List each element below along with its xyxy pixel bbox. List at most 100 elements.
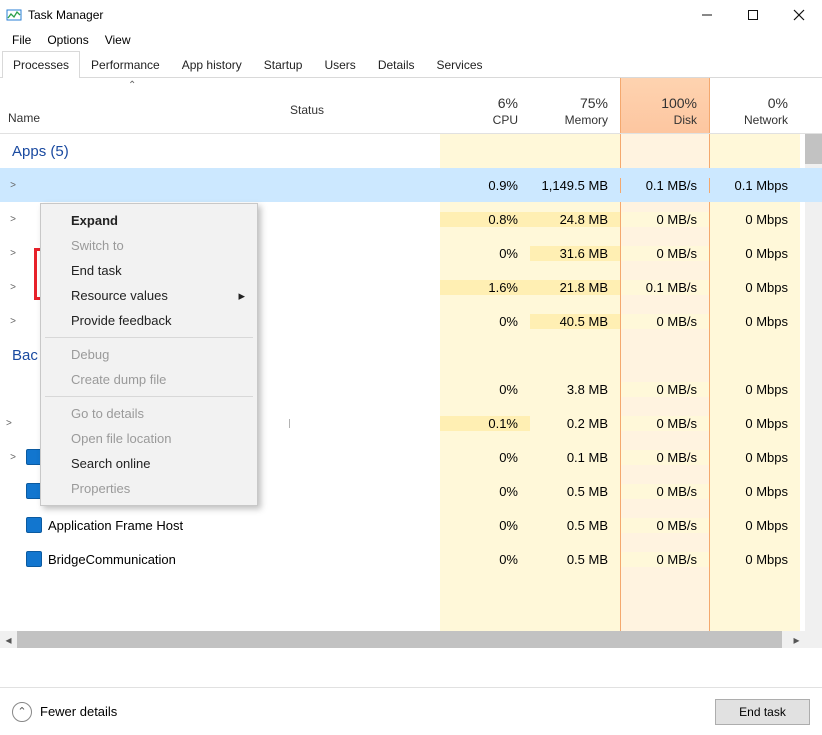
column-cpu-percent: 6% bbox=[498, 95, 518, 113]
context-menu-debug: Debug bbox=[43, 342, 255, 367]
tab-strip: Processes Performance App history Startu… bbox=[0, 50, 822, 78]
section-apps-label: Apps (5) bbox=[0, 143, 440, 160]
cell-cpu: 0% bbox=[440, 314, 530, 329]
context-menu-resource-values[interactable]: Resource values ▸ bbox=[43, 283, 255, 308]
tab-services[interactable]: Services bbox=[426, 51, 494, 78]
end-task-button[interactable]: End task bbox=[715, 699, 810, 725]
chevron-up-icon: ⌃ bbox=[12, 702, 32, 722]
column-disk-label: Disk bbox=[674, 113, 697, 133]
fewer-details-button[interactable]: ⌃ Fewer details bbox=[12, 702, 117, 722]
cell-network: 0 Mbps bbox=[710, 484, 800, 499]
tab-startup[interactable]: Startup bbox=[253, 51, 314, 78]
cell-network: 0 Mbps bbox=[710, 280, 800, 295]
expand-icon[interactable]: > bbox=[6, 248, 20, 259]
process-name: BridgeCommunication bbox=[48, 552, 176, 567]
cell-disk: 0 MB/s bbox=[620, 314, 710, 329]
context-menu-provide-feedback[interactable]: Provide feedback bbox=[43, 308, 255, 333]
horizontal-scrollbar[interactable]: ◂ ▸ bbox=[0, 631, 805, 648]
cell-cpu: 0.1% bbox=[440, 416, 530, 431]
cell-disk: 0 MB/s bbox=[620, 382, 710, 397]
context-menu-resource-values-label: Resource values bbox=[71, 288, 168, 303]
table-row[interactable]: BridgeCommunication 0% 0.5 MB 0 MB/s 0 M… bbox=[0, 542, 822, 576]
tab-performance[interactable]: Performance bbox=[80, 51, 171, 78]
cell-network: 0 Mbps bbox=[710, 314, 800, 329]
column-memory[interactable]: 75% Memory bbox=[530, 78, 620, 133]
column-memory-percent: 75% bbox=[580, 95, 608, 113]
tab-users[interactable]: Users bbox=[313, 51, 366, 78]
expand-icon[interactable]: > bbox=[6, 316, 20, 327]
cell-memory: 0.2 MB bbox=[530, 416, 620, 431]
column-disk[interactable]: 100% Disk bbox=[620, 78, 710, 133]
tab-details[interactable]: Details bbox=[367, 51, 426, 78]
context-menu-expand[interactable]: Expand bbox=[43, 208, 255, 233]
column-headers: ⌃ Name Status 6% CPU 75% Memory 100% Dis… bbox=[0, 78, 822, 134]
context-menu-separator bbox=[45, 337, 253, 338]
column-name[interactable]: ⌃ Name bbox=[0, 78, 290, 133]
cell-memory: 3.8 MB bbox=[530, 382, 620, 397]
maximize-button[interactable] bbox=[730, 0, 776, 30]
cell-cpu: 0.9% bbox=[440, 178, 530, 193]
fewer-details-label: Fewer details bbox=[40, 704, 117, 719]
menubar: File Options View bbox=[0, 30, 822, 50]
cell-cpu: 0% bbox=[440, 552, 530, 567]
column-name-label: Name bbox=[8, 111, 40, 133]
window-title: Task Manager bbox=[28, 8, 103, 22]
tab-processes[interactable]: Processes bbox=[2, 51, 80, 78]
task-manager-icon bbox=[6, 7, 22, 23]
context-menu-go-to-details: Go to details bbox=[43, 401, 255, 426]
expand-icon[interactable]: > bbox=[6, 214, 20, 225]
expand-icon[interactable]: > bbox=[6, 282, 20, 293]
expand-icon[interactable]: > bbox=[6, 418, 12, 429]
cell-cpu: 0% bbox=[440, 246, 530, 261]
column-status[interactable]: Status bbox=[290, 78, 440, 133]
tab-app-history[interactable]: App history bbox=[171, 51, 253, 78]
cell-network: 0 Mbps bbox=[710, 416, 800, 431]
minimize-button[interactable] bbox=[684, 0, 730, 30]
cell-cpu: 0.8% bbox=[440, 212, 530, 227]
menu-view[interactable]: View bbox=[97, 31, 139, 49]
column-disk-percent: 100% bbox=[661, 95, 697, 113]
cell-network: 0 Mbps bbox=[710, 450, 800, 465]
menu-file[interactable]: File bbox=[4, 31, 39, 49]
column-cpu[interactable]: 6% CPU bbox=[440, 78, 530, 133]
expand-icon[interactable]: > bbox=[6, 452, 20, 463]
context-menu-end-task[interactable]: End task bbox=[43, 258, 255, 283]
sort-caret-icon: ⌃ bbox=[128, 80, 136, 91]
cell-disk: 0.1 MB/s bbox=[620, 280, 710, 295]
scroll-left-button[interactable]: ◂ bbox=[0, 631, 17, 648]
cell-memory: 0.5 MB bbox=[530, 484, 620, 499]
cell-network: 0.1 Mbps bbox=[710, 178, 800, 193]
cell-cpu: 0% bbox=[440, 518, 530, 533]
cell-memory: 40.5 MB bbox=[530, 314, 620, 329]
cell-disk: 0 MB/s bbox=[620, 518, 710, 533]
process-icon bbox=[26, 517, 42, 533]
cell-cpu: 0% bbox=[440, 382, 530, 397]
column-network-percent: 0% bbox=[768, 95, 788, 113]
cell-disk: 0 MB/s bbox=[620, 212, 710, 227]
table-row[interactable]: > 0.9% 1,149.5 MB 0.1 MB/s 0.1 Mbps bbox=[0, 168, 822, 202]
chevron-right-icon: ▸ bbox=[238, 288, 245, 304]
cell-memory: 1,149.5 MB bbox=[530, 178, 620, 193]
expand-icon[interactable]: > bbox=[6, 180, 20, 191]
table-row[interactable]: Application Frame Host 0% 0.5 MB 0 MB/s … bbox=[0, 508, 822, 542]
context-menu-properties: Properties bbox=[43, 476, 255, 501]
context-menu-search-online[interactable]: Search online bbox=[43, 451, 255, 476]
cell-memory: 0.5 MB bbox=[530, 518, 620, 533]
cell-memory: 31.6 MB bbox=[530, 246, 620, 261]
menu-options[interactable]: Options bbox=[39, 31, 96, 49]
titlebar: Task Manager bbox=[0, 0, 822, 30]
section-apps[interactable]: Apps (5) bbox=[0, 134, 822, 168]
cell-memory: 0.1 MB bbox=[530, 450, 620, 465]
scroll-right-button[interactable]: ▸ bbox=[788, 631, 805, 648]
cell-memory: 24.8 MB bbox=[530, 212, 620, 227]
cell-cpu: 1.6% bbox=[440, 280, 530, 295]
column-network[interactable]: 0% Network bbox=[710, 78, 800, 133]
context-menu-separator bbox=[45, 396, 253, 397]
process-name-suffix: Mo... bbox=[289, 416, 290, 431]
close-button[interactable] bbox=[776, 0, 822, 30]
horizontal-scrollbar-thumb[interactable] bbox=[17, 631, 782, 648]
cell-disk: 0 MB/s bbox=[620, 552, 710, 567]
context-menu-create-dump: Create dump file bbox=[43, 367, 255, 392]
process-icon bbox=[26, 177, 42, 193]
column-status-label: Status bbox=[290, 103, 324, 125]
